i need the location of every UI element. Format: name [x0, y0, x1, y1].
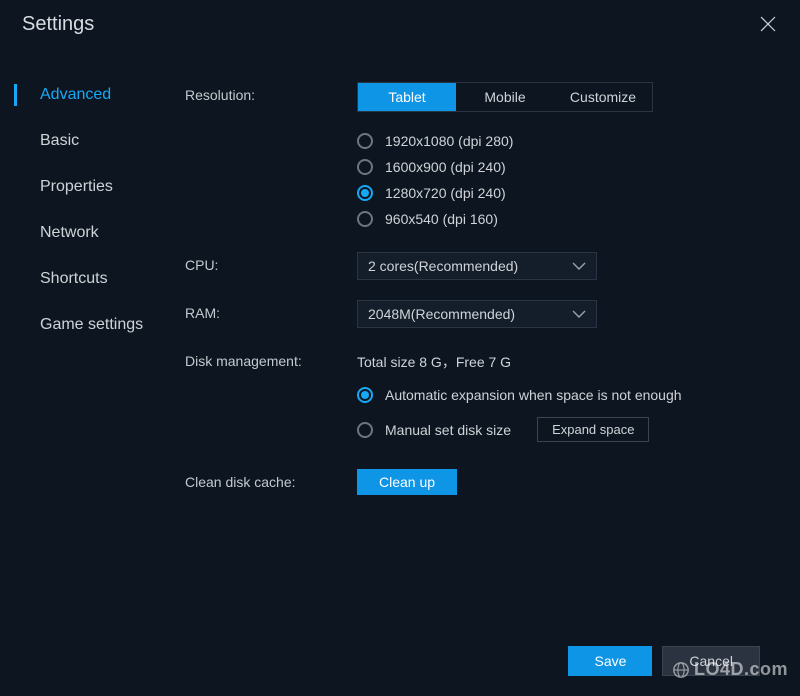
sidebar-item-label: Shortcuts — [40, 270, 108, 287]
cpu-label: CPU: — [185, 252, 357, 273]
expand-space-button[interactable]: Expand space — [537, 417, 649, 442]
resolution-option-1280[interactable]: 1280x720 (dpi 240) — [357, 180, 760, 206]
content-panel: Resolution: Tablet Mobile Customize 1920… — [185, 48, 800, 696]
tab-tablet[interactable]: Tablet — [358, 83, 456, 111]
cpu-row: CPU: 2 cores(Recommended) — [185, 252, 760, 280]
clean-label: Clean disk cache: — [185, 469, 357, 490]
close-button[interactable] — [756, 12, 780, 36]
sidebar-item-label: Network — [40, 224, 99, 241]
ram-row: RAM: 2048M(Recommended) — [185, 300, 760, 328]
close-icon — [760, 16, 776, 32]
tab-mobile[interactable]: Mobile — [456, 83, 554, 111]
radio-icon — [357, 211, 373, 227]
sidebar-item-advanced[interactable]: Advanced — [0, 72, 185, 118]
resolution-tabs: Tablet Mobile Customize — [357, 82, 653, 112]
select-value: 2 cores(Recommended) — [368, 258, 518, 274]
sidebar: Advanced Basic Properties Network Shortc… — [0, 48, 185, 696]
radio-label: Automatic expansion when space is not en… — [385, 387, 682, 403]
radio-icon — [357, 133, 373, 149]
radio-icon — [357, 387, 373, 403]
chevron-down-icon — [572, 258, 586, 274]
disk-info: Total size 8 G，Free 7 G — [357, 348, 760, 380]
disk-row: Disk management: Total size 8 G，Free 7 G… — [185, 348, 760, 449]
radio-icon — [357, 422, 373, 438]
footer-buttons: Save Cancel — [568, 646, 760, 676]
resolution-options: 1920x1080 (dpi 280) 1600x900 (dpi 240) 1… — [357, 128, 760, 232]
disk-option-manual[interactable]: Manual set disk size Expand space — [357, 410, 760, 449]
sidebar-item-label: Advanced — [40, 86, 111, 103]
save-button[interactable]: Save — [568, 646, 652, 676]
tab-customize[interactable]: Customize — [554, 83, 652, 111]
resolution-option-960[interactable]: 960x540 (dpi 160) — [357, 206, 760, 232]
clean-row: Clean disk cache: Clean up — [185, 469, 760, 495]
window-title: Settings — [22, 13, 94, 36]
radio-label: 960x540 (dpi 160) — [385, 211, 498, 227]
ram-select[interactable]: 2048M(Recommended) — [357, 300, 597, 328]
sidebar-item-network[interactable]: Network — [0, 210, 185, 256]
select-value: 2048M(Recommended) — [368, 306, 515, 322]
radio-label: 1600x900 (dpi 240) — [385, 159, 506, 175]
sidebar-item-label: Basic — [40, 132, 79, 149]
resolution-label: Resolution: — [185, 82, 357, 103]
cpu-select[interactable]: 2 cores(Recommended) — [357, 252, 597, 280]
resolution-row: Resolution: Tablet Mobile Customize 1920… — [185, 82, 760, 232]
cancel-button[interactable]: Cancel — [662, 646, 760, 676]
sidebar-item-game-settings[interactable]: Game settings — [0, 302, 185, 348]
clean-up-button[interactable]: Clean up — [357, 469, 457, 495]
disk-option-auto[interactable]: Automatic expansion when space is not en… — [357, 380, 760, 410]
ram-label: RAM: — [185, 300, 357, 321]
resolution-option-1600[interactable]: 1600x900 (dpi 240) — [357, 154, 760, 180]
resolution-option-1920[interactable]: 1920x1080 (dpi 280) — [357, 128, 760, 154]
titlebar: Settings — [0, 0, 800, 48]
sidebar-item-shortcuts[interactable]: Shortcuts — [0, 256, 185, 302]
radio-label: 1920x1080 (dpi 280) — [385, 133, 513, 149]
radio-label: 1280x720 (dpi 240) — [385, 185, 506, 201]
sidebar-item-properties[interactable]: Properties — [0, 164, 185, 210]
sidebar-item-label: Properties — [40, 178, 113, 195]
disk-label: Disk management: — [185, 348, 357, 369]
sidebar-item-basic[interactable]: Basic — [0, 118, 185, 164]
radio-icon — [357, 185, 373, 201]
radio-label: Manual set disk size — [385, 422, 511, 438]
chevron-down-icon — [572, 306, 586, 322]
radio-icon — [357, 159, 373, 175]
sidebar-item-label: Game settings — [40, 316, 143, 333]
